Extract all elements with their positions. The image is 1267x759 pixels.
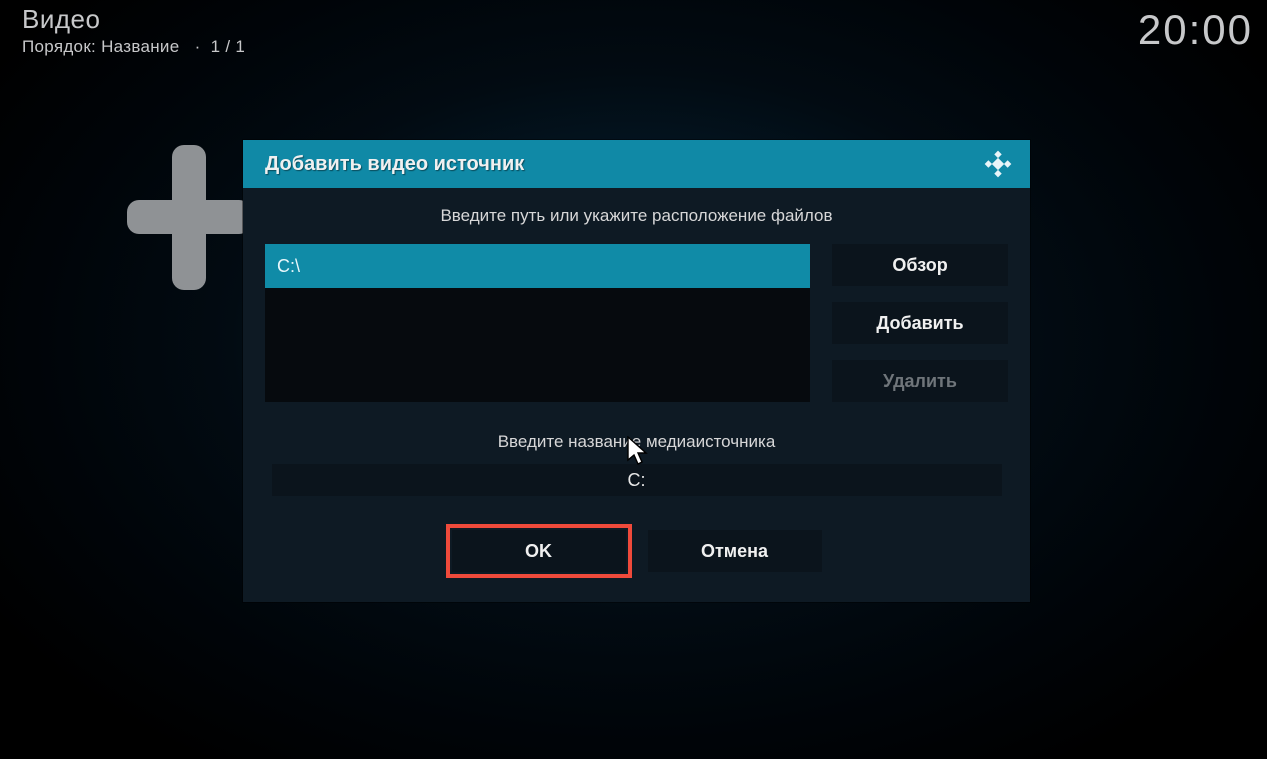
cancel-button[interactable]: Отмена — [648, 530, 822, 572]
page-header: Видео Порядок: Название · 1 / 1 — [22, 4, 245, 57]
page-subtitle: Порядок: Название · 1 / 1 — [22, 37, 245, 57]
kodi-logo-icon — [984, 150, 1012, 178]
dialog-titlebar: Добавить видео источник — [243, 140, 1030, 188]
source-name-input[interactable]: C: — [272, 464, 1002, 496]
dialog-body: Введите путь или укажите расположение фа… — [243, 188, 1030, 602]
side-buttons: Обзор Добавить Удалить — [832, 244, 1008, 402]
name-prompt-label: Введите название медиаисточника — [265, 432, 1008, 452]
page-indicator: 1 / 1 — [211, 37, 246, 56]
path-item[interactable]: C:\ — [265, 244, 810, 288]
separator-dot: · — [195, 37, 201, 56]
remove-path-button: Удалить — [832, 360, 1008, 402]
add-path-button[interactable]: Добавить — [832, 302, 1008, 344]
clock: 20:00 — [1138, 6, 1253, 54]
dialog-title: Добавить видео источник — [265, 153, 524, 176]
order-value: Название — [101, 37, 179, 56]
dialog-action-row: OK Отмена — [265, 530, 1008, 572]
paths-list[interactable]: C:\ — [265, 244, 810, 402]
paths-row: C:\ Обзор Добавить Удалить — [265, 244, 1008, 402]
source-name-value: C: — [628, 470, 646, 491]
browse-button[interactable]: Обзор — [832, 244, 1008, 286]
add-video-source-dialog: Добавить видео источник Введите путь или… — [243, 140, 1030, 602]
order-prefix: Порядок: — [22, 37, 101, 56]
add-source-tile[interactable] — [127, 145, 251, 290]
ok-button[interactable]: OK — [452, 530, 626, 572]
page-title: Видео — [22, 4, 245, 35]
path-prompt-label: Введите путь или укажите расположение фа… — [265, 206, 1008, 226]
